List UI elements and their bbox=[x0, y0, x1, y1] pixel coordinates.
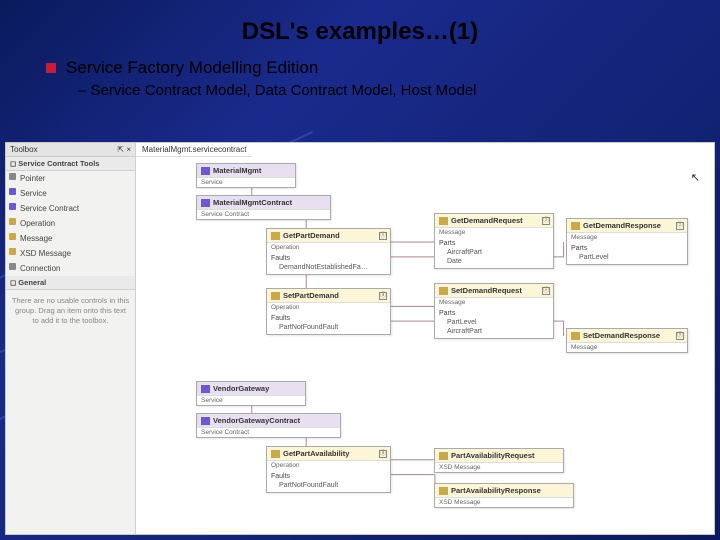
bullet-main: Service Factory Modelling Edition bbox=[40, 58, 680, 78]
bullet-main-text: Service Factory Modelling Edition bbox=[66, 58, 318, 78]
design-canvas[interactable]: MaterialMgmt.servicecontract ↖ MaterialM… bbox=[136, 143, 714, 534]
toolbox-item-service[interactable]: Service bbox=[6, 186, 135, 201]
message-icon bbox=[439, 287, 448, 295]
node-getdemandresponse-message[interactable]: GetDemandResponse Message PartsPartLevel… bbox=[566, 218, 688, 265]
node-getdemandrequest-message[interactable]: GetDemandRequest Message PartsAircraftPa… bbox=[434, 213, 554, 269]
xsd-message-icon bbox=[439, 487, 448, 495]
mouse-cursor-icon: ↖ bbox=[691, 171, 700, 184]
message-icon bbox=[571, 222, 580, 230]
operation-icon bbox=[271, 292, 280, 300]
bullet-list: Service Factory Modelling Edition – Serv… bbox=[0, 58, 720, 107]
toolbox-item-xsd-message[interactable]: XSD Message bbox=[6, 246, 135, 261]
toolbox-item-message[interactable]: Message bbox=[6, 231, 135, 246]
document-tab[interactable]: MaterialMgmt.servicecontract bbox=[136, 143, 252, 157]
expand-icon[interactable]: ⓩ bbox=[676, 222, 684, 230]
toolbox-pin-icon[interactable]: ⇱ × bbox=[117, 145, 131, 154]
node-setdemandresponse-message[interactable]: SetDemandResponse Message ⓨ bbox=[566, 328, 688, 353]
bullet-marker-icon bbox=[46, 63, 56, 73]
service-icon bbox=[201, 385, 210, 393]
contract-icon bbox=[201, 417, 210, 425]
toolbox-item-operation[interactable]: Operation bbox=[6, 216, 135, 231]
operation-icon bbox=[271, 450, 280, 458]
node-partavailabilityresponse-xsdmessage[interactable]: PartAvailabilityResponse XSD Message bbox=[434, 483, 574, 508]
slide-title: DSL's examples…(1) bbox=[0, 0, 720, 58]
bullet-sub: – Service Contract Model, Data Contract … bbox=[40, 82, 680, 99]
message-icon bbox=[439, 217, 448, 225]
toolbox-panel[interactable]: Toolbox⇱ × ◻ Service Contract Tools Poin… bbox=[6, 143, 136, 534]
operation-icon bbox=[271, 232, 280, 240]
node-partavailabilityrequest-xsdmessage[interactable]: PartAvailabilityRequest XSD Message bbox=[434, 448, 564, 473]
message-icon bbox=[571, 332, 580, 340]
toolbox-item-pointer[interactable]: Pointer bbox=[6, 171, 135, 186]
contract-icon bbox=[201, 199, 210, 207]
node-setdemandrequest-message[interactable]: SetDemandRequest Message PartsPartLevelA… bbox=[434, 283, 554, 339]
expand-icon[interactable]: ⓩ bbox=[542, 217, 550, 225]
toolbox-section-service-contract[interactable]: ◻ Service Contract Tools bbox=[6, 157, 135, 171]
toolbox-header: Toolbox⇱ × bbox=[6, 143, 135, 157]
toolbox-empty-message: There are no usable controls in this gro… bbox=[6, 290, 135, 332]
diagram-screenshot: Toolbox⇱ × ◻ Service Contract Tools Poin… bbox=[5, 142, 715, 535]
service-icon bbox=[201, 167, 210, 175]
expand-icon[interactable]: ⓥ bbox=[542, 287, 550, 295]
toolbox-section-general[interactable]: ◻ General bbox=[6, 276, 135, 290]
node-vendorgateway-contract[interactable]: VendorGatewayContract Service Contract bbox=[196, 413, 341, 438]
node-materialmgmt-contract[interactable]: MaterialMgmtContract Service Contract bbox=[196, 195, 331, 220]
expand-icon[interactable]: ⓐ bbox=[379, 450, 387, 458]
expand-icon[interactable]: ⓐ bbox=[379, 292, 387, 300]
node-getpartdemand-operation[interactable]: GetPartDemand Operation FaultsDemandNotE… bbox=[266, 228, 391, 275]
node-getpartavailability-operation[interactable]: GetPartAvailability Operation FaultsPart… bbox=[266, 446, 391, 493]
node-materialmgmt-service[interactable]: MaterialMgmt Service bbox=[196, 163, 296, 188]
expand-icon[interactable]: ⓥ bbox=[379, 232, 387, 240]
toolbox-item-connection[interactable]: Connection bbox=[6, 261, 135, 276]
toolbox-item-service-contract[interactable]: Service Contract bbox=[6, 201, 135, 216]
xsd-message-icon bbox=[439, 452, 448, 460]
expand-icon[interactable]: ⓨ bbox=[676, 332, 684, 340]
node-vendorgateway-service[interactable]: VendorGateway Service bbox=[196, 381, 306, 406]
node-setpartdemand-operation[interactable]: SetPartDemand Operation FaultsPartNotFou… bbox=[266, 288, 391, 335]
